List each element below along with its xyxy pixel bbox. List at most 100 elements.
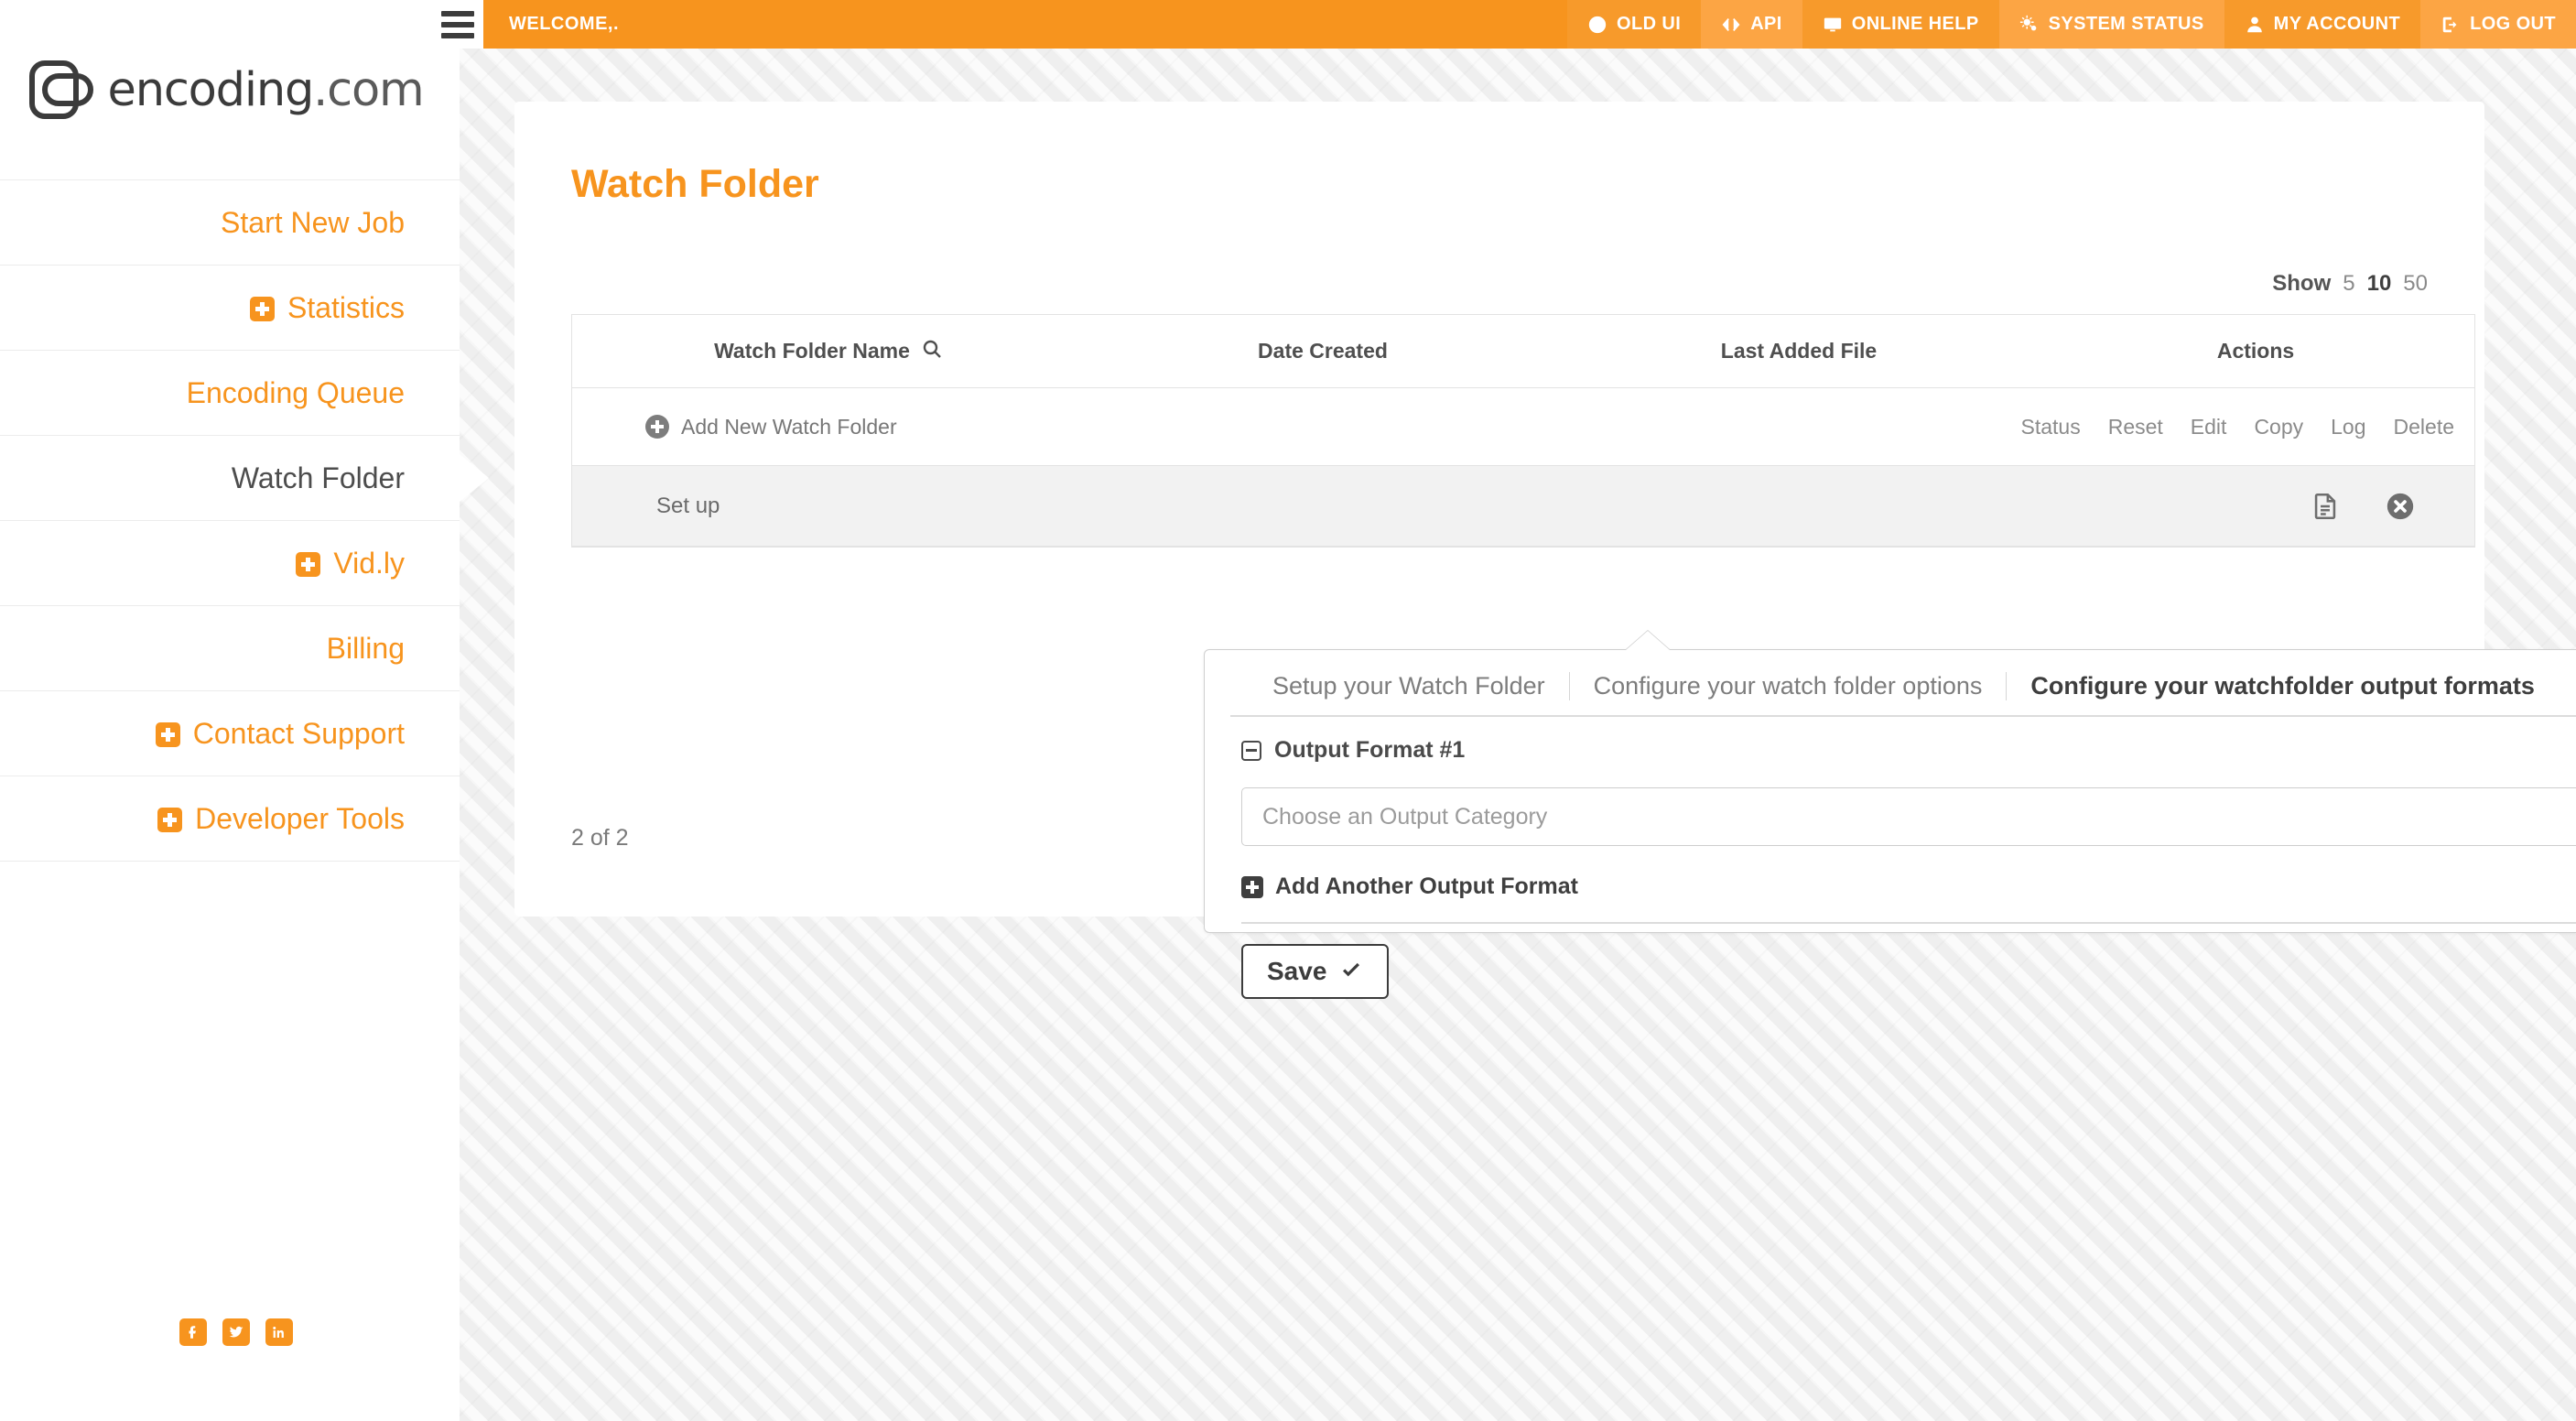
sidebar: encoding.com Start New Job Statistics En… bbox=[0, 0, 460, 1421]
sidebar-item-label: Developer Tools bbox=[195, 802, 405, 836]
sidebar-item-label: Encoding Queue bbox=[187, 376, 405, 410]
watch-folder-name-cell: Set up bbox=[572, 494, 1085, 519]
add-another-label: Add Another Output Format bbox=[1275, 873, 1578, 900]
topnav-my-account[interactable]: MY ACCOUNT bbox=[2224, 0, 2420, 49]
tab-configure-output-formats[interactable]: Configure your watchfolder output format… bbox=[2007, 672, 2559, 700]
column-header-last-added-file: Last Added File bbox=[1561, 339, 2037, 363]
sidebar-item-watch-folder[interactable]: Watch Folder bbox=[0, 436, 460, 521]
output-formats-popover: ✖ Setup your Watch Folder Configure your… bbox=[1204, 649, 2576, 933]
topnav-label: API bbox=[1750, 14, 1782, 35]
show-option-5[interactable]: 5 bbox=[2343, 271, 2354, 297]
save-button[interactable]: Save bbox=[1241, 944, 1389, 999]
active-indicator-arrow bbox=[460, 454, 489, 502]
show-option-50[interactable]: 50 bbox=[2403, 271, 2428, 297]
action-reset[interactable]: Reset bbox=[2108, 415, 2163, 439]
sidebar-nav: Start New Job Statistics Encoding Queue … bbox=[0, 179, 460, 862]
show-per-page: Show 5 10 50 bbox=[2272, 271, 2428, 297]
table-header-row: Watch Folder Name Date Created Last Adde… bbox=[572, 315, 2474, 388]
plus-icon bbox=[157, 808, 182, 832]
logo[interactable]: encoding.com bbox=[0, 0, 460, 179]
tab-configure-watch-folder-options[interactable]: Configure your watch folder options bbox=[1570, 672, 2008, 700]
page-root: encoding.com Start New Job Statistics En… bbox=[0, 0, 2576, 1421]
topnav-label: OLD UI bbox=[1617, 14, 1681, 35]
action-log[interactable]: Log bbox=[2331, 415, 2365, 439]
topnav-api[interactable]: API bbox=[1701, 0, 1802, 49]
add-another-output-format-button[interactable]: Add Another Output Format bbox=[1241, 873, 2576, 924]
sidebar-item-developer-tools[interactable]: Developer Tools bbox=[0, 776, 460, 862]
add-new-watch-folder-button[interactable]: Add New Watch Folder bbox=[572, 415, 1085, 439]
gears-icon bbox=[2019, 15, 2040, 35]
tab-setup-your-watch-folder[interactable]: Setup your Watch Folder bbox=[1249, 672, 1570, 700]
output-category-select[interactable]: Choose an Output Category bbox=[1241, 787, 2576, 846]
topbar: WELCOME,. OLD UI API ONLINE HELP SYSTEM … bbox=[483, 0, 2576, 49]
sidebar-item-start-new-job[interactable]: Start New Job bbox=[0, 180, 460, 266]
sidebar-item-billing[interactable]: Billing bbox=[0, 606, 460, 691]
action-delete[interactable]: Delete bbox=[2394, 415, 2454, 439]
topnav-system-status[interactable]: SYSTEM STATUS bbox=[1999, 0, 2224, 49]
log-document-icon[interactable] bbox=[2310, 491, 2341, 522]
topnav-old-ui[interactable]: OLD UI bbox=[1567, 0, 1701, 49]
show-label: Show bbox=[2272, 271, 2331, 297]
topnav-log-out[interactable]: LOG OUT bbox=[2420, 0, 2576, 49]
popover-tabs: Setup your Watch Folder Configure your w… bbox=[1230, 650, 2576, 717]
table-row: Set up bbox=[572, 466, 2474, 547]
menu-toggle-icon[interactable] bbox=[432, 0, 483, 49]
topnav-label: ONLINE HELP bbox=[1852, 14, 1979, 35]
search-icon[interactable] bbox=[921, 338, 943, 365]
topnav-label: SYSTEM STATUS bbox=[2049, 14, 2204, 35]
action-edit[interactable]: Edit bbox=[2191, 415, 2227, 439]
sidebar-item-encoding-queue[interactable]: Encoding Queue bbox=[0, 351, 460, 436]
clock-icon bbox=[1587, 15, 1607, 35]
output-category-value: Choose an Output Category bbox=[1242, 788, 2576, 845]
welcome-text: WELCOME,. bbox=[483, 0, 1567, 49]
topnav-label: LOG OUT bbox=[2470, 14, 2556, 35]
plus-icon bbox=[250, 297, 275, 321]
sidebar-item-contact-support[interactable]: Contact Support bbox=[0, 691, 460, 776]
pagination-status: 2 of 2 bbox=[571, 825, 629, 852]
facebook-icon[interactable] bbox=[179, 1318, 207, 1346]
twitter-icon[interactable] bbox=[222, 1318, 250, 1346]
plus-circle-icon bbox=[645, 415, 669, 439]
action-status[interactable]: Status bbox=[2020, 415, 2080, 439]
row-actions: Status Reset Edit Copy Log Delete bbox=[1085, 415, 2474, 439]
column-header-actions: Actions bbox=[2037, 339, 2474, 363]
topnav-label: MY ACCOUNT bbox=[2274, 14, 2400, 35]
encoding-logo-mark bbox=[29, 60, 93, 119]
topnav-online-help[interactable]: ONLINE HELP bbox=[1802, 0, 1999, 49]
code-icon bbox=[1721, 15, 1741, 35]
show-option-10[interactable]: 10 bbox=[2367, 271, 2392, 297]
user-icon bbox=[2245, 15, 2265, 35]
sidebar-item-label: Billing bbox=[327, 632, 405, 666]
plus-icon bbox=[156, 722, 180, 747]
sidebar-item-label: Vid.ly bbox=[333, 547, 405, 580]
popover-body: Output Format #1 Choose an Output Catego… bbox=[1205, 717, 2576, 999]
sidebar-item-label: Statistics bbox=[287, 291, 405, 325]
linkedin-icon[interactable] bbox=[265, 1318, 293, 1346]
popover-arrow bbox=[1626, 631, 1670, 650]
main-content: Watch Folder Show 5 10 50 Watch Folder N… bbox=[460, 49, 2576, 1421]
column-label: Watch Folder Name bbox=[714, 339, 910, 363]
row-icon-actions bbox=[1085, 491, 2474, 522]
plus-icon bbox=[1241, 876, 1263, 898]
column-header-watch-folder-name: Watch Folder Name bbox=[572, 338, 1085, 365]
sidebar-item-label: Start New Job bbox=[221, 206, 405, 240]
output-format-1-title: Output Format #1 bbox=[1274, 737, 1465, 764]
save-label: Save bbox=[1267, 957, 1326, 986]
add-new-watch-folder-label: Add New Watch Folder bbox=[681, 415, 897, 439]
sidebar-item-vidly[interactable]: Vid.ly bbox=[0, 521, 460, 606]
social-links bbox=[0, 1318, 460, 1346]
table-row-add-new: Add New Watch Folder Status Reset Edit C… bbox=[572, 388, 2474, 466]
column-header-date-created: Date Created bbox=[1085, 339, 1561, 363]
collapse-minus-icon bbox=[1241, 741, 1261, 761]
action-copy[interactable]: Copy bbox=[2254, 415, 2303, 439]
sidebar-item-label: Contact Support bbox=[193, 717, 405, 751]
output-format-1-header[interactable]: Output Format #1 bbox=[1241, 737, 2576, 764]
delete-circle-icon[interactable] bbox=[2385, 491, 2416, 522]
sidebar-item-statistics[interactable]: Statistics bbox=[0, 266, 460, 351]
monitor-icon bbox=[1823, 15, 1843, 35]
watch-folder-table: Watch Folder Name Date Created Last Adde… bbox=[571, 314, 2475, 548]
page-title: Watch Folder bbox=[571, 162, 819, 207]
check-icon bbox=[1339, 960, 1363, 983]
logout-icon bbox=[2441, 15, 2461, 35]
sidebar-item-label: Watch Folder bbox=[232, 461, 405, 495]
